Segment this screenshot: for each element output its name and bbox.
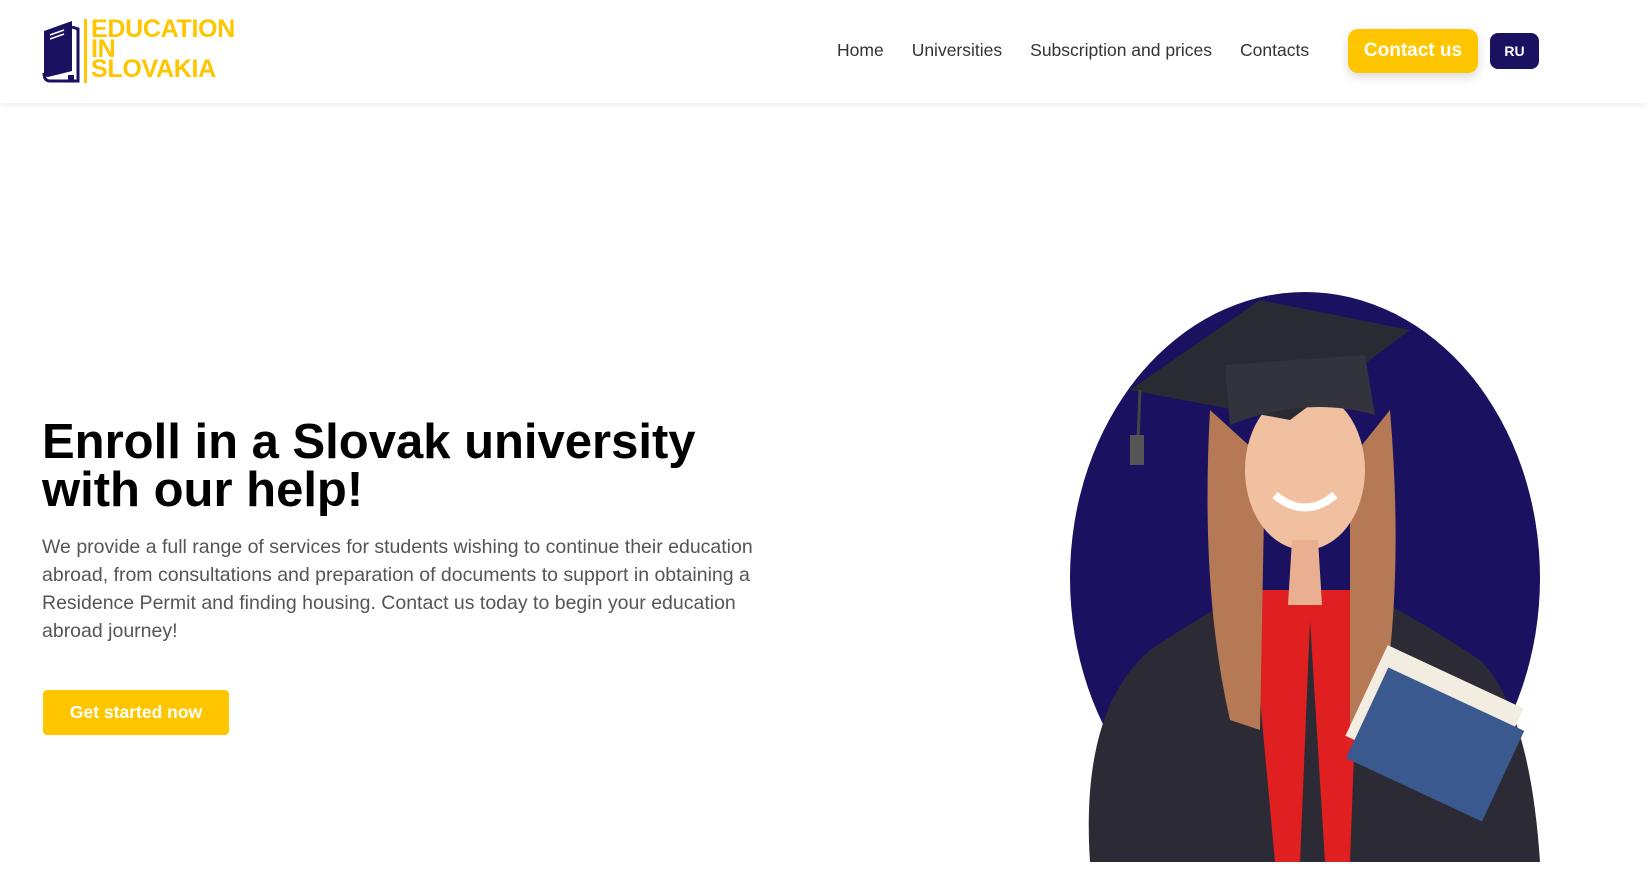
logo[interactable]: EDUCATION IN SLOVAKIA <box>42 17 235 83</box>
book-icon <box>42 21 80 83</box>
nav-universities[interactable]: Universities <box>912 40 1002 61</box>
site-header: EDUCATION IN SLOVAKIA Home Universities … <box>0 0 1647 103</box>
logo-text: EDUCATION IN SLOVAKIA <box>91 17 235 83</box>
language-switch-button[interactable]: RU <box>1490 33 1539 69</box>
student-graduate-image <box>1070 292 1540 862</box>
logo-line: SLOVAKIA <box>91 55 216 83</box>
nav-subscription[interactable]: Subscription and prices <box>1030 40 1212 61</box>
logo-divider <box>84 19 87 83</box>
get-started-button[interactable]: Get started now <box>43 690 229 735</box>
hero-description: We provide a full range of services for … <box>42 536 753 642</box>
main-nav: Home Universities Subscription and price… <box>837 40 1309 61</box>
nav-home[interactable]: Home <box>837 40 884 61</box>
hero-title: Enroll in a Slovak university with our h… <box>42 415 696 517</box>
contact-us-button[interactable]: Contact us <box>1348 29 1478 73</box>
nav-contacts[interactable]: Contacts <box>1240 40 1309 61</box>
